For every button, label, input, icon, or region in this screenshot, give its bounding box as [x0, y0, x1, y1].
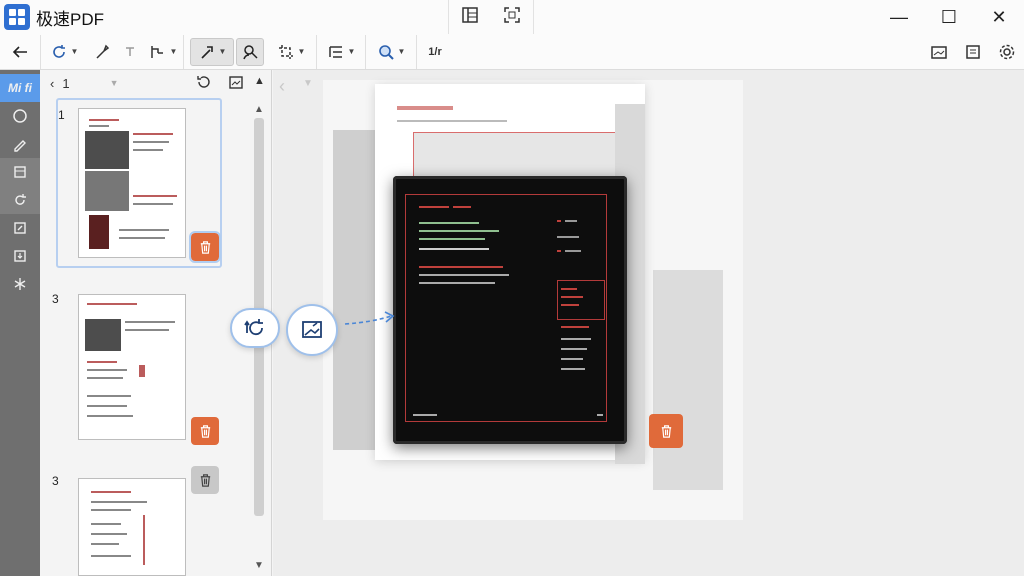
- zoom-icon: [378, 44, 394, 60]
- page-thumbnail[interactable]: [78, 108, 186, 258]
- page-jump-label[interactable]: 1/r: [417, 38, 453, 66]
- grid-logo-icon: [4, 4, 30, 30]
- edit-box-icon[interactable]: [0, 214, 40, 242]
- trash-icon: [661, 424, 671, 438]
- toolbar: ▼ ▼ ▼ ▼ ▼ ▼ 1/r: [0, 34, 1024, 70]
- asterisk-icon[interactable]: [0, 270, 40, 298]
- page-thumbnail[interactable]: [78, 478, 186, 576]
- settings-icon[interactable]: [990, 38, 1024, 66]
- rotate-button[interactable]: ▼: [41, 38, 87, 66]
- trash-icon: [200, 424, 210, 438]
- delete-page-button[interactable]: [191, 466, 219, 494]
- export-image-icon[interactable]: [922, 38, 956, 66]
- circle-tool-icon[interactable]: [0, 102, 40, 130]
- page-thumbnail[interactable]: [78, 294, 186, 440]
- view-switcher: [448, 0, 534, 34]
- document-view-icon[interactable]: [956, 38, 990, 66]
- app-title: 极速PDF: [36, 9, 104, 29]
- collapse-panel-icon[interactable]: ‹: [279, 76, 285, 97]
- page-number-label: 3: [52, 474, 59, 488]
- chevron-down-icon[interactable]: ▼: [303, 78, 313, 89]
- crop-icon: [278, 44, 293, 59]
- download-box-icon[interactable]: [0, 242, 40, 270]
- page-image-icon[interactable]: [228, 74, 244, 93]
- pen-icon: [200, 45, 213, 59]
- layers-icon[interactable]: [0, 158, 40, 186]
- chevron-down-icon[interactable]: ▼: [110, 78, 119, 88]
- stamp-icon[interactable]: [117, 38, 143, 66]
- search-person-icon: [243, 44, 258, 59]
- document-view: ‹ ▼: [273, 70, 1024, 576]
- extract-image-button[interactable]: [286, 304, 338, 356]
- back-arrow-icon[interactable]: [0, 38, 40, 66]
- close-button[interactable]: ✕: [974, 0, 1024, 34]
- arrange-button[interactable]: ▼: [317, 38, 365, 66]
- delete-page-button[interactable]: [191, 417, 219, 445]
- refresh-icon[interactable]: [0, 186, 40, 214]
- rotate-page-icon: [244, 319, 263, 336]
- fit-screen-icon[interactable]: [503, 6, 521, 29]
- title-bar: 极速PDF — ☐ ✕: [0, 0, 1024, 34]
- crop-button[interactable]: ▼: [270, 38, 312, 66]
- scroll-up-icon[interactable]: ▲: [254, 104, 264, 115]
- chevron-up-icon[interactable]: ▲: [254, 75, 265, 87]
- maximize-button[interactable]: ☐: [924, 0, 974, 34]
- rail-item-ocr[interactable]: Mi fi: [0, 74, 40, 102]
- arrange-icon: [328, 45, 342, 58]
- search-tool-button[interactable]: [236, 37, 264, 66]
- background-image: [653, 270, 723, 490]
- trash-icon: [200, 473, 210, 487]
- dashed-arrow-icon: [344, 311, 395, 325]
- pen-tool-button[interactable]: ▼: [190, 37, 234, 66]
- rotate-left-icon[interactable]: [195, 74, 211, 93]
- rotate-page-button[interactable]: [230, 308, 280, 348]
- minimize-button[interactable]: —: [874, 0, 924, 34]
- scroll-down-icon[interactable]: ▼: [254, 560, 264, 571]
- delete-page-button[interactable]: [189, 231, 221, 263]
- split-icon: [150, 45, 163, 58]
- delete-image-button[interactable]: [649, 414, 683, 448]
- side-rail: Mi fi: [0, 70, 40, 576]
- trash-icon: [200, 240, 210, 254]
- layout-icon[interactable]: [461, 6, 479, 29]
- extracted-image-preview[interactable]: [393, 176, 627, 444]
- rotate-icon: [52, 44, 65, 58]
- split-button[interactable]: ▼: [143, 38, 183, 66]
- zoom-button[interactable]: ▼: [366, 38, 416, 66]
- brush-icon[interactable]: [87, 38, 117, 66]
- pen-rail-icon[interactable]: [0, 130, 40, 158]
- current-page-number: 1: [62, 75, 70, 91]
- page-number-label: 3: [52, 292, 59, 306]
- extract-image-icon: [302, 321, 322, 338]
- chevron-left-icon[interactable]: ‹: [50, 76, 54, 91]
- thumbnail-header: ‹ 1 ▼ ▲: [40, 70, 271, 96]
